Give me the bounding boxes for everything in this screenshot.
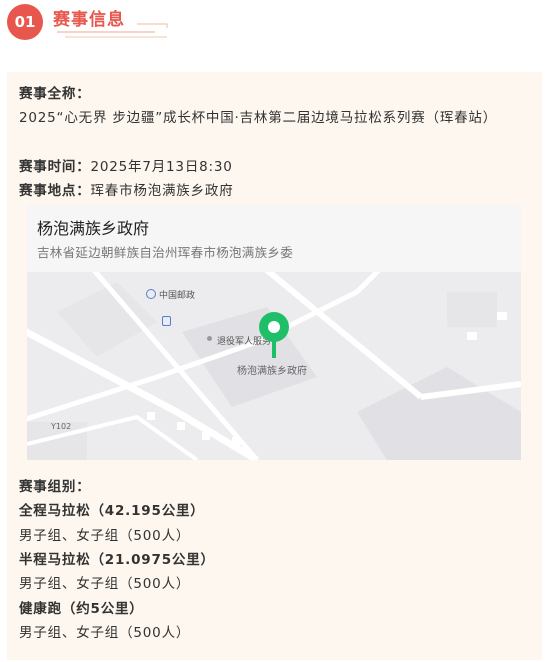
- group-title-half-marathon: 半程马拉松（21.0975公里）: [19, 552, 215, 568]
- map-block: [177, 422, 185, 430]
- groups-label: 赛事组别：: [19, 479, 91, 495]
- location-pin-icon: [259, 312, 289, 358]
- event-info-card: 赛事全称： 2025“心无界 步边疆”成长杯中国·吉林第二届边境马拉松系列赛（珲…: [7, 72, 542, 660]
- post-office-label: 中国邮政: [159, 291, 196, 301]
- event-name-label: 赛事全称：: [19, 86, 91, 102]
- group-detail-half-marathon: 男子组、女子组（500人）: [19, 576, 191, 592]
- event-time-row: 赛事时间：2025年7月13日8:30: [19, 155, 539, 179]
- event-place-label: 赛事地点：: [19, 183, 91, 199]
- map-block: [467, 332, 477, 340]
- section-number-badge: 01: [7, 4, 43, 40]
- map-block: [447, 292, 497, 327]
- map-block: [232, 437, 240, 445]
- post-office-icon: [146, 289, 156, 299]
- map-address: 吉林省延边朝鲜族自治州珲春市杨泡满族乡委: [37, 245, 294, 260]
- section-header: 01 赛事信息: [7, 2, 177, 46]
- poi-dot-icon: [207, 336, 212, 341]
- event-time-label: 赛事时间：: [19, 159, 91, 175]
- map-block: [147, 412, 155, 420]
- event-time-value: 2025年7月13日8:30: [90, 159, 233, 175]
- group-detail-full-marathon: 男子组、女子组（500人）: [19, 528, 191, 544]
- location-map-card[interactable]: 杨泡满族乡政府 吉林省延边朝鲜族自治州珲春市杨泡满族乡委 中国邮政 退役军人服务…: [27, 205, 521, 460]
- group-detail-health-run: 男子组、女子组（500人）: [19, 625, 191, 641]
- map-place-name: 杨泡满族乡政府: [37, 219, 150, 238]
- map-block: [497, 312, 507, 320]
- bus-stop-icon: [162, 316, 171, 326]
- title-underline-decoration: [57, 23, 168, 38]
- government-map-label: 杨泡满族乡政府: [237, 366, 307, 377]
- event-name-value: 2025“心无界 步边疆”成长杯中国·吉林第二届边境马拉松系列赛（珲春站）: [19, 110, 498, 126]
- map-view[interactable]: 中国邮政 退役军人服务 杨泡满族乡政府 Y102: [27, 272, 521, 460]
- event-place-row: 赛事地点：珲春市杨泡满族乡政府: [19, 179, 539, 203]
- road-label: Y102: [51, 422, 72, 431]
- event-place-value: 珲春市杨泡满族乡政府: [90, 183, 234, 199]
- group-title-health-run: 健康跑（约5公里）: [19, 601, 144, 617]
- map-block: [202, 432, 210, 440]
- group-title-full-marathon: 全程马拉松（42.195公里）: [19, 503, 205, 519]
